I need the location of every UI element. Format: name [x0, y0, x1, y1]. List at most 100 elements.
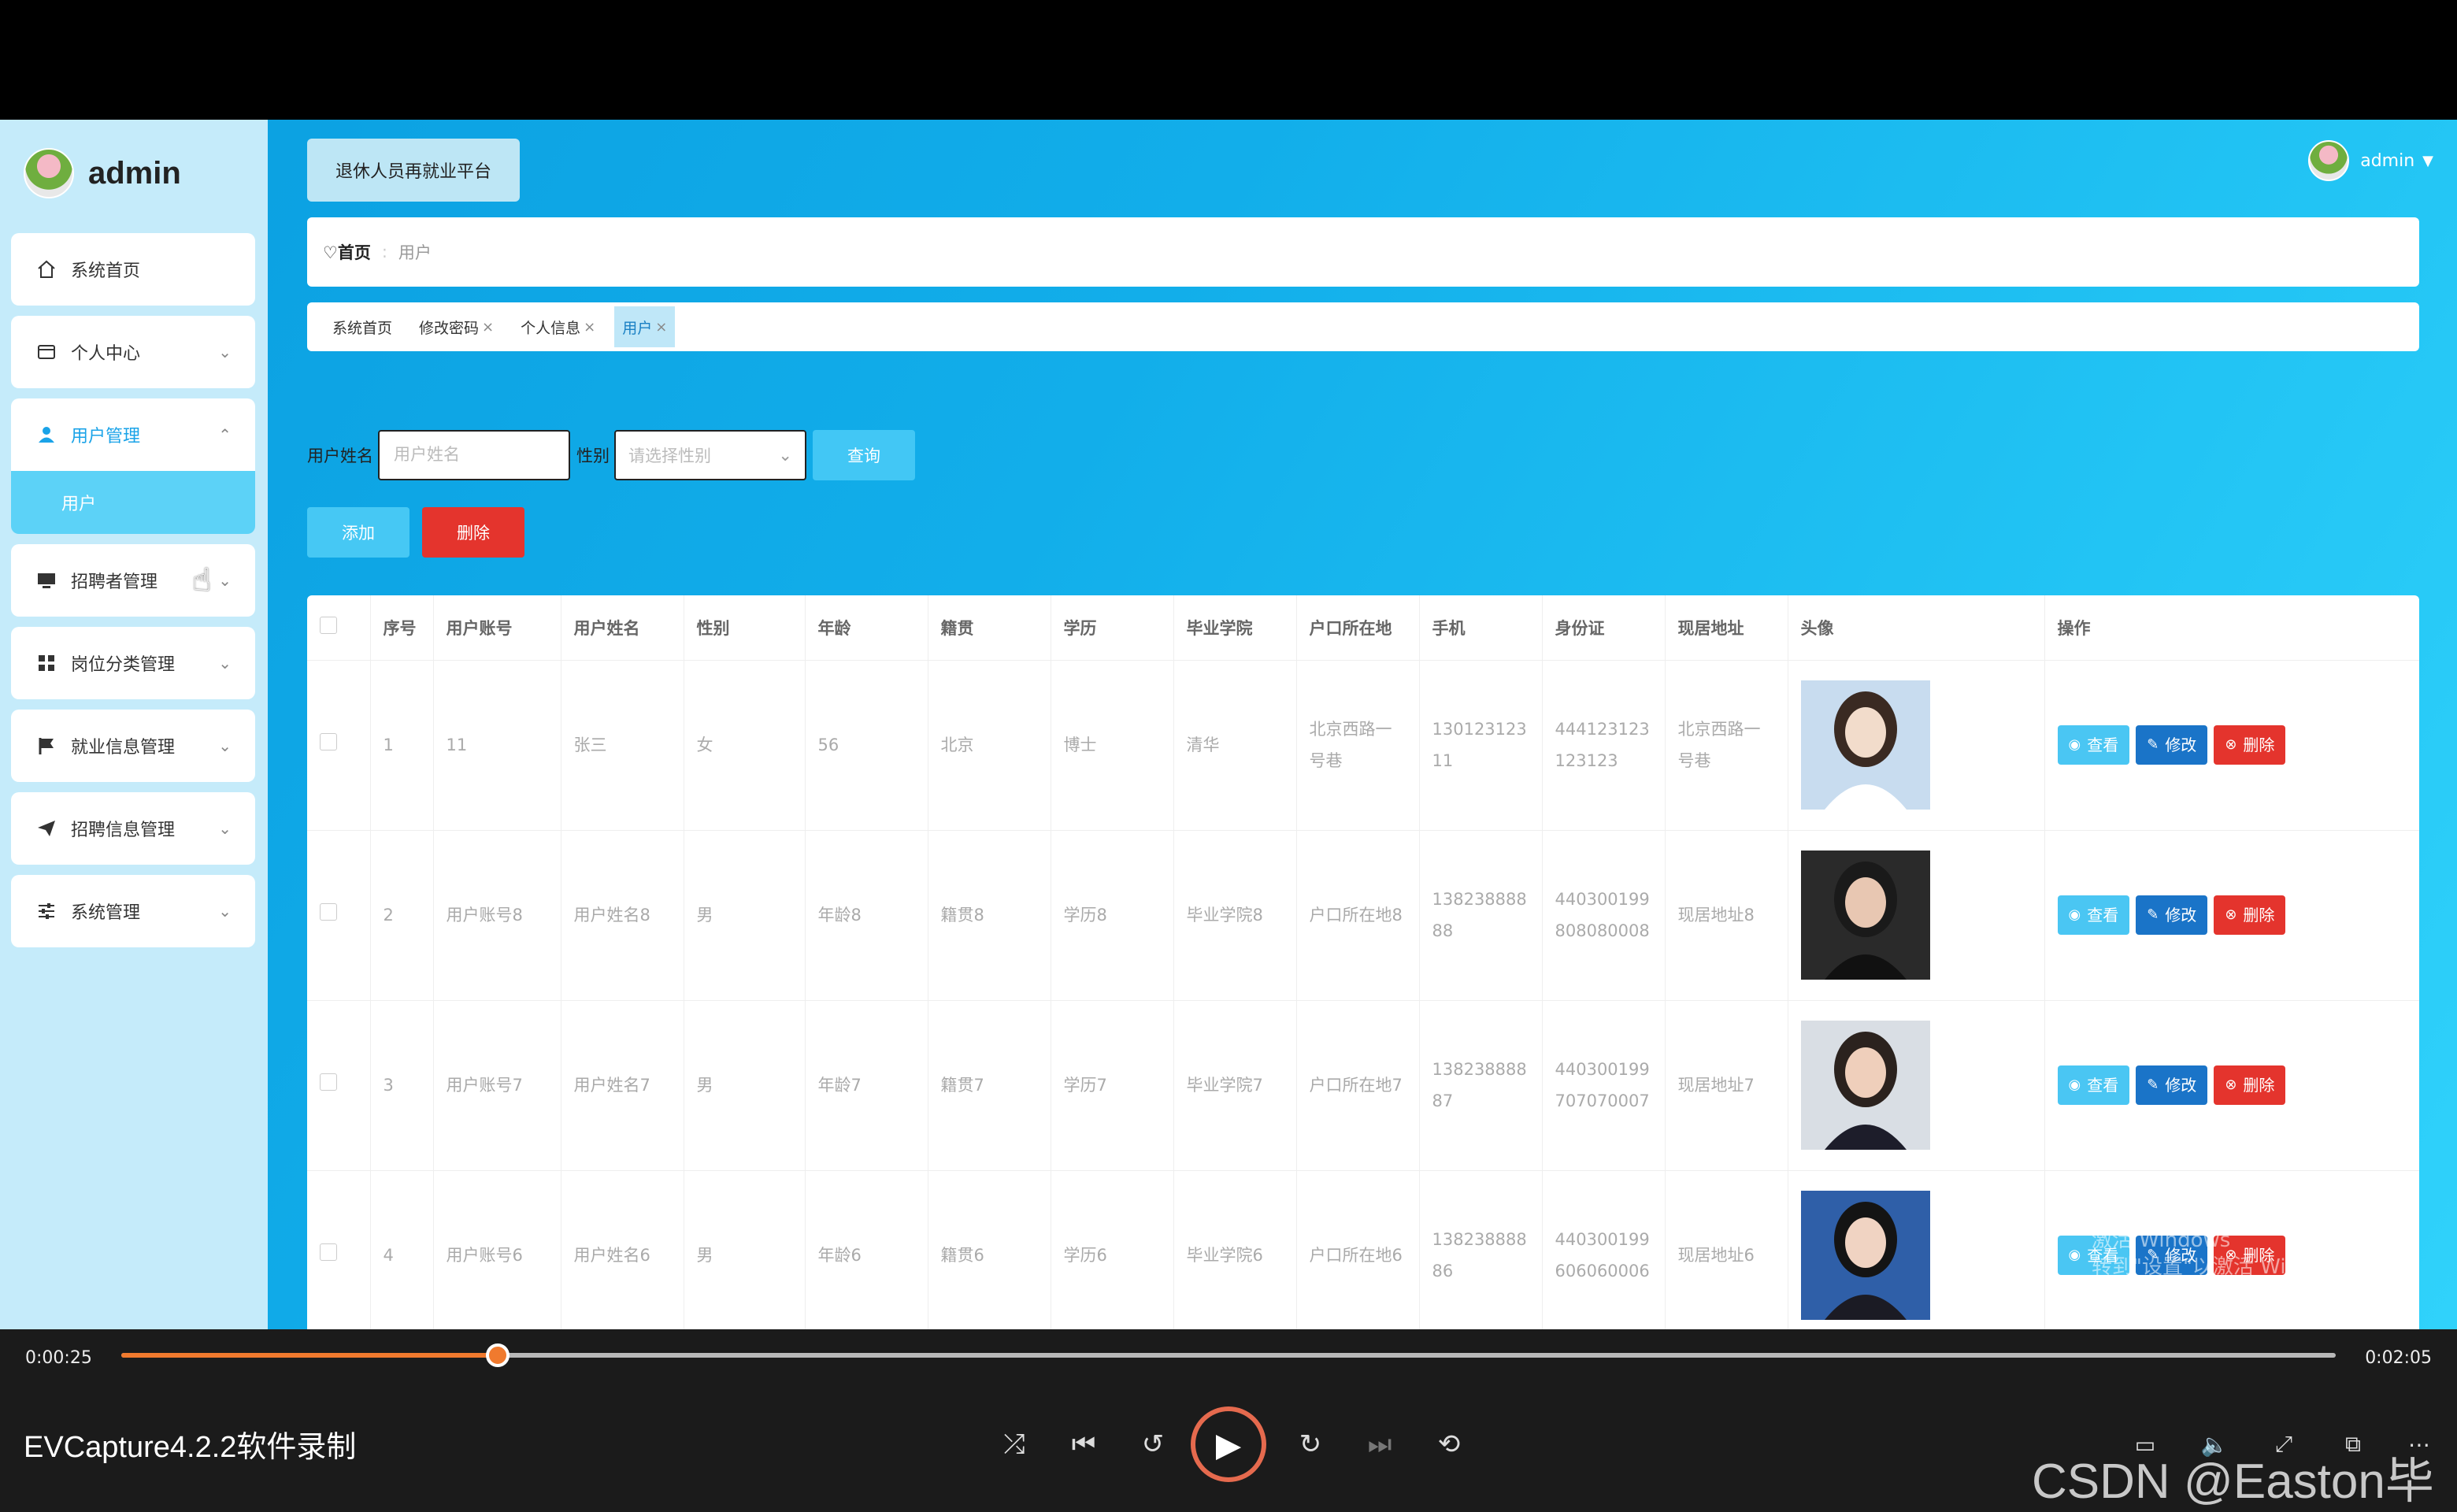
play-button[interactable]: ▶: [1191, 1406, 1266, 1482]
sidebar-item-profile[interactable]: 个人中心 ⌄: [11, 316, 255, 388]
sidebar-item-label: 用户管理: [71, 427, 141, 447]
sidebar-item-label: 个人中心: [71, 344, 141, 364]
breadcrumb-home[interactable]: ♡首页: [323, 240, 371, 264]
row-checkbox[interactable]: [320, 1073, 337, 1091]
avatar-cell: [1788, 830, 2045, 1001]
sidebar-item-user-management[interactable]: 用户管理 ⌃: [11, 398, 255, 471]
tag-user[interactable]: 用户 ×: [614, 306, 676, 347]
select-all-checkbox[interactable]: [320, 617, 337, 635]
tags-bar: 系统首页 修改密码 × 个人信息 × 用户 ×: [307, 302, 2419, 351]
shuffle-icon[interactable]: ⤮: [992, 1422, 1036, 1466]
row-select-cell: [307, 830, 371, 1001]
chevron-down-icon: ⌄: [218, 736, 232, 755]
table-cell: 籍贯7: [928, 1000, 1051, 1171]
close-icon[interactable]: ×: [584, 319, 595, 335]
table-cell: 13823888887: [1419, 1000, 1543, 1171]
eye-icon: ◉: [2068, 1247, 2081, 1263]
home-icon: [35, 258, 58, 281]
actions-cell: ◉ 查看 ✎ 修改 ⊗ 删除: [2044, 1170, 2419, 1329]
tag-personal-info[interactable]: 个人信息 ×: [513, 306, 603, 347]
delete-button[interactable]: ⊗ 删除: [2214, 1236, 2286, 1275]
close-icon[interactable]: ×: [655, 319, 667, 335]
table-cell: 11: [433, 660, 561, 831]
sidebar-item-employment-info[interactable]: 就业信息管理 ⌄: [11, 710, 255, 782]
heart-icon: ♡: [323, 243, 338, 262]
gender-select[interactable]: 请选择性别 ⌄: [614, 430, 806, 480]
repeat-off-icon[interactable]: ⟲: [1427, 1422, 1471, 1466]
column-header: 户口所在地: [1296, 595, 1420, 661]
tag-change-password[interactable]: 修改密码 ×: [411, 306, 502, 347]
forward-30-icon[interactable]: ↻: [1288, 1422, 1332, 1466]
progress-thumb[interactable]: [486, 1343, 510, 1367]
eye-icon: ◉: [2068, 736, 2081, 753]
view-button[interactable]: ◉ 查看: [2057, 1236, 2130, 1275]
query-button[interactable]: 查询: [813, 430, 915, 480]
brand-name: admin: [88, 155, 181, 191]
rewind-10-icon[interactable]: ↺: [1131, 1422, 1175, 1466]
name-search-input[interactable]: [378, 430, 570, 480]
sidebar: admin 系统首页 个人中心 ⌄ 用户管理 ⌃ 用户 招聘者管理 ⌄ 岗位分类…: [0, 120, 268, 1329]
table-cell: 籍贯8: [928, 830, 1051, 1001]
table-cell: 444123123123123: [1542, 660, 1666, 831]
sidebar-item-recruit-info[interactable]: 招聘信息管理 ⌄: [11, 792, 255, 865]
sidebar-subitem-user[interactable]: 用户: [11, 471, 255, 534]
column-header: 年龄: [805, 595, 928, 661]
table-cell: 男: [684, 1000, 806, 1171]
tag-home[interactable]: 系统首页: [324, 306, 400, 347]
table-cell: 用户账号7: [433, 1000, 561, 1171]
add-button[interactable]: 添加: [307, 507, 410, 558]
row-checkbox[interactable]: [320, 733, 337, 750]
avatar: [1800, 680, 1930, 810]
edit-button[interactable]: ✎ 修改: [2136, 895, 2208, 935]
user-icon: [35, 423, 58, 447]
table-cell: 2: [370, 830, 434, 1001]
close-icon[interactable]: ×: [482, 319, 494, 335]
delete-circle-icon: ⊗: [2225, 906, 2237, 923]
sidebar-item-label: 系统管理: [71, 903, 141, 923]
previous-icon[interactable]: ⏮: [1062, 1422, 1106, 1466]
sidebar-item-system-management[interactable]: 系统管理 ⌄: [11, 875, 255, 947]
user-table: 序号 用户账号 用户姓名 性别 年龄 籍贯 学历 毕业学院 户口所在地 手机 身…: [307, 595, 2419, 1329]
table-cell: 户口所在地8: [1296, 830, 1420, 1001]
play-icon: ▶: [1215, 1425, 1242, 1464]
chevron-down-icon: ⌄: [218, 654, 232, 673]
row-select-cell: [307, 1000, 371, 1171]
send-icon: [35, 817, 58, 840]
table-cell: 男: [684, 830, 806, 1001]
brand: admin: [24, 148, 181, 198]
current-time: 0:00:25: [25, 1348, 92, 1368]
avatar-cell: [1788, 1170, 2045, 1329]
table-cell: 学历6: [1051, 1170, 1174, 1329]
view-button[interactable]: ◉ 查看: [2057, 895, 2130, 935]
chevron-down-icon: ⌄: [218, 343, 232, 361]
delete-button[interactable]: ⊗ 删除: [2214, 725, 2286, 765]
view-button[interactable]: ◉ 查看: [2057, 725, 2130, 765]
sidebar-item-label: 招聘者管理: [71, 573, 158, 592]
sidebar-item-recruiter-management[interactable]: 招聘者管理 ⌄: [11, 544, 255, 617]
pencil-icon: ✎: [2147, 906, 2159, 923]
table-cell: 13823888888: [1419, 830, 1543, 1001]
row-checkbox[interactable]: [320, 1243, 337, 1261]
row-checkbox[interactable]: [320, 903, 337, 921]
delete-circle-icon: ⊗: [2225, 1247, 2237, 1263]
delete-button[interactable]: ⊗ 删除: [2214, 895, 2286, 935]
sidebar-item-home[interactable]: 系统首页: [11, 233, 255, 306]
table-header-row: 序号 用户账号 用户姓名 性别 年龄 籍贯 学历 毕业学院 户口所在地 手机 身…: [307, 595, 2419, 661]
table-cell: 用户姓名8: [561, 830, 684, 1001]
edit-button[interactable]: ✎ 修改: [2136, 725, 2208, 765]
sidebar-item-job-category[interactable]: 岗位分类管理 ⌄: [11, 627, 255, 699]
user-menu[interactable]: admin ▼: [2308, 140, 2433, 181]
edit-button[interactable]: ✎ 修改: [2136, 1065, 2208, 1105]
platform-title-button[interactable]: 退休人员再就业平台: [307, 139, 520, 202]
edit-button[interactable]: ✎ 修改: [2136, 1236, 2208, 1275]
sidebar-item-label: 就业信息管理: [71, 738, 176, 758]
bulk-delete-button[interactable]: 删除: [422, 507, 524, 558]
search-form: 用户姓名 性别 请选择性别 ⌄ 查询: [307, 430, 915, 480]
actions-cell: ◉ 查看 ✎ 修改 ⊗ 删除: [2044, 830, 2419, 1001]
delete-button[interactable]: ⊗ 删除: [2214, 1065, 2286, 1105]
column-header: 毕业学院: [1173, 595, 1297, 661]
table-cell: 毕业学院6: [1173, 1170, 1297, 1329]
progress-track[interactable]: [121, 1343, 2336, 1367]
view-button[interactable]: ◉ 查看: [2057, 1065, 2130, 1105]
next-icon[interactable]: ⏭: [1358, 1422, 1402, 1466]
